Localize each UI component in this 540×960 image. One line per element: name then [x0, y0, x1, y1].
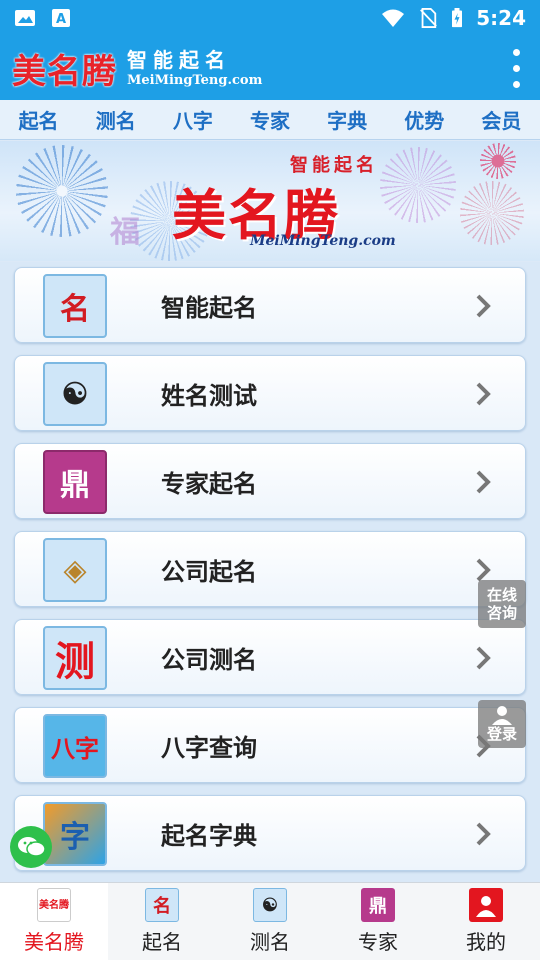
home-logo-icon: 美名腾	[37, 888, 71, 922]
menu-item-label: 公司测名	[161, 645, 257, 674]
menu-item-expert-naming[interactable]: 鼎 专家起名	[14, 443, 526, 519]
dictionary-icon: 字	[43, 802, 107, 866]
wifi-icon	[382, 9, 405, 27]
app-bar: 美名腾 智能起名 MeiMingTeng.com	[0, 36, 540, 100]
firework-decoration	[460, 181, 524, 245]
chevron-right-icon	[476, 470, 491, 494]
online-consult-button[interactable]: 在线 咨询	[478, 580, 526, 628]
bottom-nav: 美名腾 美名腾 名 起名 ☯ 测名 鼎 专家 我的	[0, 882, 540, 960]
status-bar: A 5:24	[0, 0, 540, 36]
name-magnifier-icon: 名	[43, 274, 107, 338]
banner-decor-char: 福	[110, 215, 140, 250]
image-icon	[15, 10, 35, 26]
overflow-menu-icon[interactable]	[504, 44, 528, 92]
menu-item-label: 八字查询	[161, 733, 257, 762]
chevron-right-icon	[476, 382, 491, 406]
bottom-nav-label: 起名	[142, 930, 182, 954]
clock: 5:24	[476, 6, 526, 30]
login-button[interactable]: 登录	[478, 700, 526, 748]
bottom-nav-profile[interactable]: 我的	[432, 883, 540, 960]
expert-seal-icon: 鼎	[43, 450, 107, 514]
bottom-nav-label: 我的	[466, 930, 506, 954]
menu-item-label: 专家起名	[161, 469, 257, 498]
feature-menu: 名 智能起名 ☯ 姓名测试 鼎 专家起名 ◈ 公司起名 测 公司测名 八字 八字…	[0, 262, 540, 882]
no-sim-icon	[420, 8, 438, 28]
menu-item-smart-naming[interactable]: 名 智能起名	[14, 267, 526, 343]
tab-huiyuan[interactable]: 会员	[475, 105, 527, 134]
menu-item-label: 起名字典	[161, 821, 257, 850]
chevron-right-icon	[476, 294, 491, 318]
bottom-nav-naming[interactable]: 名 起名	[108, 883, 216, 960]
yinyang-magnifier-icon: ☯	[43, 362, 107, 426]
bottom-nav-label: 美名腾	[24, 930, 84, 954]
tab-bazi[interactable]: 八字	[167, 105, 219, 134]
bottom-nav-label: 专家	[358, 930, 398, 954]
wechat-icon[interactable]	[10, 826, 52, 868]
battery-charging-icon	[452, 8, 463, 28]
hero-banner: 福 智能起名 美名腾 MeiMingTeng.com	[0, 141, 540, 261]
menu-item-label: 公司起名	[161, 557, 257, 586]
profile-icon	[469, 888, 503, 922]
firework-decoration	[380, 147, 456, 223]
firework-decoration	[16, 145, 108, 237]
menu-item-label: 姓名测试	[161, 381, 257, 410]
test-name-icon: ☯	[253, 888, 287, 922]
menu-item-company-test[interactable]: 测 公司测名	[14, 619, 526, 695]
bottom-nav-home[interactable]: 美名腾 美名腾	[0, 883, 108, 960]
bottom-nav-expert[interactable]: 鼎 专家	[324, 883, 432, 960]
svg-text:A: A	[56, 12, 66, 27]
top-nav: 起名 测名 八字 专家 字典 优势 会员	[0, 100, 540, 140]
firework-decoration	[480, 143, 516, 179]
app-subtitle-en: MeiMingTeng.com	[127, 72, 263, 88]
menu-item-bazi-query[interactable]: 八字 八字查询	[14, 707, 526, 783]
bottom-nav-test-name[interactable]: ☯ 测名	[216, 883, 324, 960]
user-icon	[492, 706, 512, 725]
app-subtitle: 智能起名 MeiMingTeng.com	[127, 50, 262, 87]
login-label: 登录	[486, 725, 517, 743]
chevron-right-icon	[476, 822, 491, 846]
tab-zhuanjia[interactable]: 专家	[244, 105, 296, 134]
name-icon: 名	[145, 888, 179, 922]
chevron-right-icon	[476, 646, 491, 670]
menu-item-naming-dictionary[interactable]: 字 起名字典	[14, 795, 526, 871]
menu-item-name-test[interactable]: ☯ 姓名测试	[14, 355, 526, 431]
tab-youshi[interactable]: 优势	[398, 105, 450, 134]
app-subtitle-cn: 智能起名	[127, 47, 231, 72]
menu-item-company-naming[interactable]: ◈ 公司起名	[14, 531, 526, 607]
expert-icon: 鼎	[361, 888, 395, 922]
tab-zidian[interactable]: 字典	[321, 105, 373, 134]
bottom-nav-label: 测名	[250, 930, 290, 954]
test-char-icon: 测	[43, 626, 107, 690]
online-consult-label-1: 在线	[486, 586, 517, 604]
app-logo: 美名腾	[12, 51, 117, 92]
tab-ceming[interactable]: 测名	[90, 105, 142, 134]
compass-icon: ◈	[43, 538, 107, 602]
menu-item-label: 智能起名	[161, 293, 257, 322]
tab-qiming[interactable]: 起名	[13, 105, 65, 134]
banner-url: MeiMingTeng.com	[250, 233, 396, 249]
bazi-icon: 八字	[43, 714, 107, 778]
text-a-icon: A	[52, 9, 70, 27]
online-consult-label-2: 咨询	[486, 604, 517, 622]
chevron-right-icon	[476, 558, 491, 582]
